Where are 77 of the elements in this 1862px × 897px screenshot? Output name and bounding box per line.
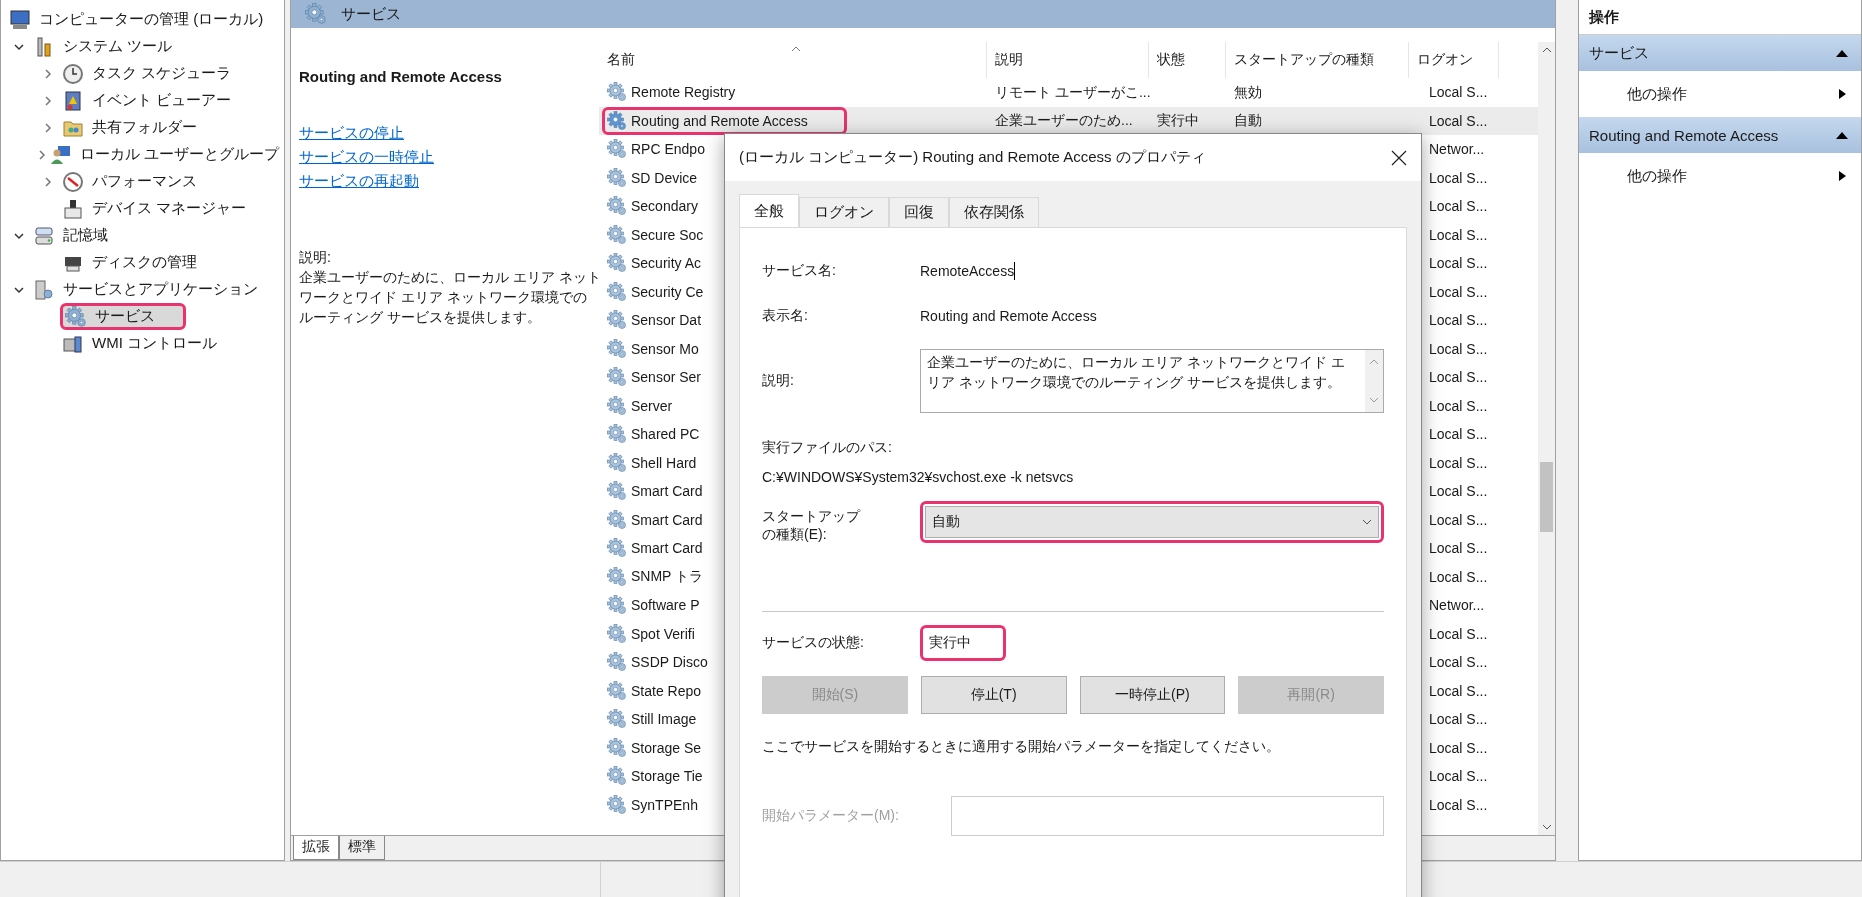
service-name: SNMP トラ [631, 567, 704, 586]
table-cell-text: Local S... [1428, 169, 1488, 186]
field-label: スタートアップの種類(E): [762, 508, 862, 544]
description-line: ルーティング サービスを提供します。 [299, 308, 541, 327]
hint-text: ここでサービスを開始するときに適用する開始パラメーターを指定してください。 [762, 738, 1281, 756]
table-cell-text: Local S... [1428, 625, 1488, 642]
service-name: Sensor Dat [631, 312, 702, 329]
table-cell-text: Local S... [1428, 226, 1488, 243]
service-name: Secondary [631, 198, 698, 215]
service-name: SSDP Disco [631, 654, 708, 671]
service-name: Routing and Remote Access [631, 112, 808, 129]
service-name: Smart Card [631, 540, 703, 557]
description-line: ワークとワイド エリア ネットワーク環境での [299, 288, 587, 307]
table-cell-text: Local S... [1428, 540, 1488, 557]
field-label: サービスの状態: [762, 634, 865, 652]
table-cell-text: Local S... [1428, 283, 1488, 300]
table-cell-text: Local S... [1428, 483, 1488, 500]
table-cell-text: Local S... [1428, 369, 1488, 386]
service-name: Server [631, 397, 673, 414]
description-label: 説明: [299, 249, 332, 267]
section-title: サービス [1589, 43, 1649, 63]
service-name: Storage Tie [631, 768, 703, 785]
service-name: Secure Soc [631, 226, 704, 243]
service-name: Shell Hard [631, 454, 697, 471]
table-cell-text: Local S... [1428, 397, 1488, 414]
service-name: Smart Card [631, 511, 703, 528]
field-label: 開始パラメーター(M): [762, 807, 900, 825]
service-name: SynTPEnh [631, 796, 698, 813]
table-cell-text: Networ... [1428, 141, 1485, 158]
table-cell-text: Networ... [1428, 597, 1485, 614]
service-name: Sensor Mo [631, 340, 699, 357]
service-name: Security Ac [631, 255, 702, 272]
service-name: Smart Card [631, 483, 703, 500]
service-name: State Repo [631, 682, 702, 699]
table-cell-text: Local S... [1428, 768, 1488, 785]
table-cell-text: Local S... [1428, 340, 1488, 357]
table-cell-text: リモート ユーザーがこ... [994, 83, 1151, 100]
service-name: SD Device [631, 169, 698, 186]
table-cell-text: 実行中 [1156, 112, 1199, 129]
display-name-value: Routing and Remote Access [920, 308, 1098, 324]
service-title: Routing and Remote Access [299, 68, 503, 85]
service-name: Security Ce [631, 283, 704, 300]
table-cell-text: Local S... [1428, 426, 1488, 443]
service-name: RPC Endpo [631, 141, 705, 158]
service-name: Sensor Ser [631, 369, 702, 386]
field-label: 表示名: [762, 307, 809, 325]
table-cell-text: Local S... [1428, 739, 1488, 756]
section-title: Routing and Remote Access [1589, 126, 1779, 144]
table-cell-text: 自動 [1233, 112, 1262, 129]
service-name: Shared PC [631, 426, 700, 443]
table-cell-text: Local S... [1428, 682, 1488, 699]
service-name: Still Image [631, 711, 697, 728]
field-label: 実行ファイルのパス: [762, 439, 893, 457]
table-cell-text: Local S... [1428, 255, 1488, 272]
field-label: サービス名: [762, 262, 837, 280]
table-cell-text: Local S... [1428, 796, 1488, 813]
table-cell-text: Local S... [1428, 454, 1488, 471]
service-name: Spot Verifi [631, 625, 695, 642]
description-line: 企業ユーザーのために、ローカル エリア ネット [299, 268, 601, 287]
table-cell-text: 企業ユーザーのため... [994, 112, 1133, 129]
table-cell-text: Local S... [1428, 112, 1488, 129]
table-cell-text: Local S... [1428, 711, 1488, 728]
dialog-title: (ローカル コンピューター) Routing and Remote Access のプロパティ [739, 148, 1206, 167]
status-value: 実行中 [928, 633, 972, 652]
service-name: Remote Registry [631, 84, 736, 101]
table-cell-text: Local S... [1428, 568, 1488, 585]
table-cell-text: Local S... [1428, 84, 1488, 101]
table-cell-text: Local S... [1428, 654, 1488, 671]
service-name: Software P [631, 597, 700, 614]
path-value: C:¥WINDOWS¥System32¥svchost.exe -k netsvcs [762, 469, 1075, 485]
table-cell-text: Local S... [1428, 198, 1488, 215]
table-cell-text: Local S... [1428, 511, 1488, 528]
service-name: Storage Se [631, 739, 702, 756]
table-cell-text: 無効 [1233, 83, 1262, 100]
table-cell-text: Local S... [1428, 312, 1488, 329]
field-label: 説明: [762, 372, 795, 390]
pane-title: サービス [341, 4, 401, 24]
